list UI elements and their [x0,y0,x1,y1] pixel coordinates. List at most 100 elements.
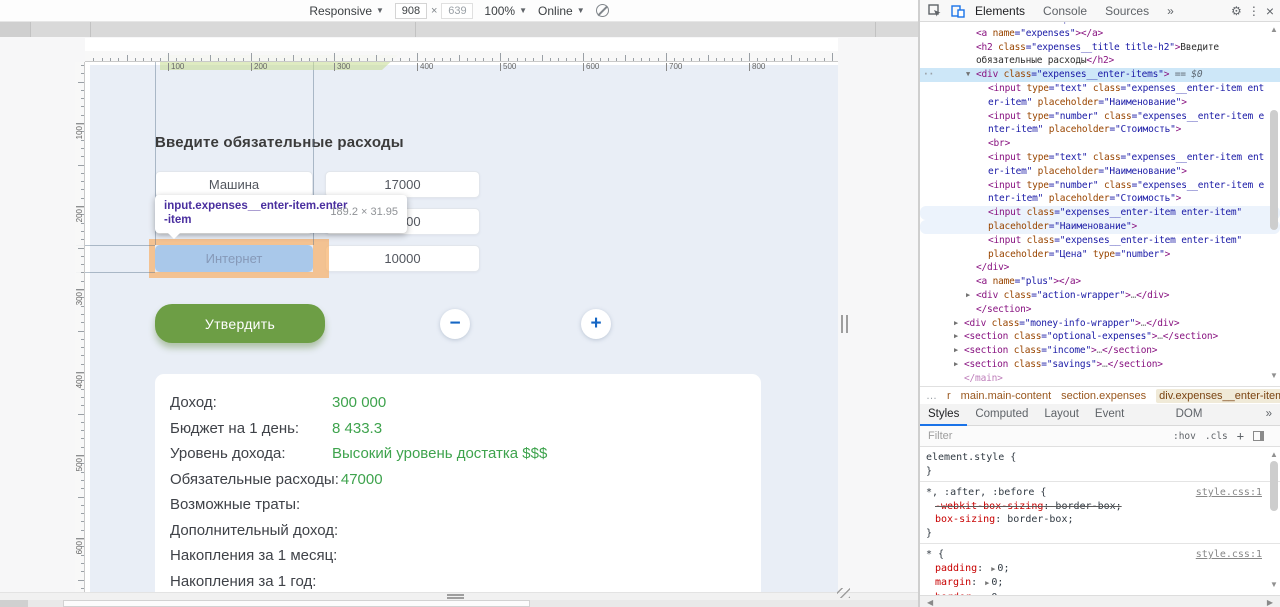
scroll-up-arrow[interactable]: ▲ [1270,451,1278,459]
tab-dom-breakpoints[interactable]: DOM Breakpoints [1168,404,1258,441]
css-rule[interactable]: * {style.css:1padding: ▶0;margin: ▶0;bor… [920,544,1280,595]
width-input[interactable]: 908 [394,2,427,19]
dom-tree-row[interactable]: ▶ <section class="income">…</section> [920,344,1280,358]
expand-arrow-icon[interactable]: ▶ [954,358,958,372]
media-query-segment[interactable] [0,22,30,37]
dom-tree-row[interactable]: обязательные расходы</h2> [920,54,1280,68]
dom-tree-row[interactable]: </main> [920,372,1280,386]
scrollbar-thumb[interactable] [1270,110,1278,230]
add-row-button[interactable]: + [581,309,611,339]
expand-arrow-icon[interactable]: ▶ [954,330,958,344]
dom-tree-row[interactable]: <a name="expenses"></a> [920,27,1280,41]
scroll-down-arrow[interactable]: ▼ [1270,372,1278,380]
dom-tree-row[interactable]: ·· ▼ <div class="expenses__enter-items"> =… [920,68,1280,82]
dom-tree-row[interactable]: ▶ <section class="optional-expenses">…</s… [920,330,1280,344]
dom-tree-row[interactable]: <input type="number" class="expenses__en… [920,110,1280,124]
dom-tree-row[interactable]: <input class="expenses__enter-item enter… [920,206,1280,220]
network-throttling-select[interactable]: Online ▼ [538,4,585,18]
breadcrumb-item[interactable]: r [947,390,951,402]
viewport-resize-handle-right[interactable] [841,315,848,333]
device-mode-select[interactable]: Responsive ▼ [309,4,384,18]
tab-computed[interactable]: Computed [967,404,1036,426]
dom-tree-row[interactable]: er-item" placeholder="Наименование"> [920,165,1280,179]
new-style-rule-button[interactable]: + [1237,429,1244,443]
css-declaration[interactable]: margin: ▶ 0; [926,576,1274,591]
computed-sidebar-toggle-icon[interactable] [1253,431,1264,441]
devtools-tab-elements[interactable]: Elements [966,0,1034,22]
css-rule[interactable]: element.style {} [920,447,1280,482]
gear-icon[interactable]: ⚙ [1231,4,1242,18]
expand-arrow-icon[interactable]: ▶ [954,344,958,358]
media-query-bar[interactable] [0,22,918,37]
dom-tree-row[interactable]: </div> [920,261,1280,275]
submit-button[interactable]: Утвердить [155,304,325,343]
elements-vertical-scrollbar[interactable]: ▲ ▼ [1268,24,1280,384]
toggle-class-button[interactable]: .cls [1205,431,1228,442]
collapse-arrow-icon[interactable]: ▼ [966,68,970,82]
scroll-left-button[interactable] [0,600,28,607]
scrollbar-thumb[interactable] [1270,461,1278,511]
breadcrumb-item[interactable]: section.expenses [1061,390,1146,402]
expand-arrow-icon[interactable]: ▶ [954,317,958,331]
styles-vertical-scrollbar[interactable]: ▲ ▼ [1268,449,1280,593]
dom-tree-row[interactable]: <br> [920,137,1280,151]
remove-row-button[interactable]: − [440,309,470,339]
tab-event-listeners[interactable]: Event Listeners [1087,404,1168,441]
dom-tree-row[interactable]: <input class="expenses__enter-item enter… [920,234,1280,248]
dom-tree-row[interactable]: <a name="plus"></a> [920,275,1280,289]
expense-value-input[interactable]: 10000 [325,245,480,272]
tab-styles[interactable]: Styles [920,404,968,426]
kebab-menu-icon[interactable]: ⋮ [1248,4,1260,18]
dom-tree-row[interactable]: ▶ <div class="money-info-wrapper">…</div> [920,317,1280,331]
toggle-device-toolbar-icon[interactable] [950,3,966,19]
dom-tree-row[interactable]: er-item" placeholder="Наименование"> [920,96,1280,110]
dom-tree-row[interactable]: nter-item" placeholder="Стоимость"> [920,192,1280,206]
breadcrumb-item[interactable]: div.expenses__enter-items [1156,388,1280,403]
dom-tree-row[interactable]: <input type="text" class="expenses__ente… [920,82,1280,96]
css-declaration[interactable]: box-sizing: border-box; [926,513,1274,527]
vertical-ruler: 100 200 300 400 500 600 [75,62,85,592]
dom-tree-row[interactable]: ▶ <section class="savings">…</section> [920,358,1280,372]
more-tabs-icon[interactable]: » [1258,404,1280,426]
expand-arrow-icon[interactable]: ▶ [966,289,970,303]
stylesheet-link[interactable]: style.css:1 [1196,548,1262,562]
css-declaration[interactable]: padding: ▶ 0; [926,562,1274,577]
no-throttling-icon[interactable] [595,4,609,17]
dom-tree-row[interactable]: placeholder="Цена" type="number"> [920,248,1280,262]
devtools-tab-console[interactable]: Console [1034,0,1096,22]
dom-tree-row[interactable]: ▶ <div class="action-wrapper">…</div> [920,289,1280,303]
expense-value-input[interactable]: 17000 [325,171,480,198]
dom-tree-row[interactable]: <input type="text" class="expenses__ente… [920,151,1280,165]
styles-horizontal-scrollbar[interactable]: ◀ ▶ [920,595,1280,607]
css-declaration[interactable]: -webkit-box-sizing: border-box; [926,500,1274,514]
scroll-right-arrow[interactable]: ▶ [1267,598,1273,607]
dom-tree-row[interactable]: <input type="number" class="expenses__en… [920,179,1280,193]
toggle-hover-state-button[interactable]: :hov [1173,431,1196,442]
tab-layout[interactable]: Layout [1036,404,1087,426]
stylesheet-link[interactable]: style.css:1 [1196,486,1262,500]
info-label: Возможные траты: [170,496,301,514]
breadcrumb-item[interactable]: main.main-content [961,390,1052,402]
dom-tree-row[interactable]: placeholder="Наименование"> [920,220,1280,234]
filter-input[interactable]: Filter [920,430,952,442]
more-tabs-icon[interactable]: » [1158,0,1183,22]
dom-tree-row[interactable]: </section> [920,303,1280,317]
scroll-down-arrow[interactable]: ▼ [1270,581,1278,589]
viewport-resize-grip-corner[interactable] [837,588,850,598]
scroll-left-arrow[interactable]: ◀ [927,598,933,607]
devtools-tab-sources[interactable]: Sources [1096,0,1158,22]
zoom-select[interactable]: 100% ▼ [484,4,527,18]
expense-name-input[interactable]: Интернет [155,245,313,272]
dom-tree-row[interactable]: nter-item" placeholder="Стоимость"> [920,123,1280,137]
scrollbar-thumb[interactable] [63,600,530,607]
page-horizontal-scrollbar[interactable] [0,600,918,607]
close-icon[interactable]: × [1266,3,1274,19]
dom-tree-row[interactable]: <h2 class="expenses__title title-h2">Вве… [920,41,1280,55]
css-rule[interactable]: *, :after, :before {style.css:1 -webkit-b… [920,482,1280,544]
expense-name-input[interactable]: Машина [155,171,313,198]
viewport-resize-bar-bottom[interactable] [0,592,918,600]
inspect-element-icon[interactable] [927,3,943,19]
scroll-up-arrow[interactable]: ▲ [1270,26,1278,34]
height-input[interactable]: 639 [441,2,474,19]
breadcrumb-overflow[interactable]: … [926,390,937,402]
